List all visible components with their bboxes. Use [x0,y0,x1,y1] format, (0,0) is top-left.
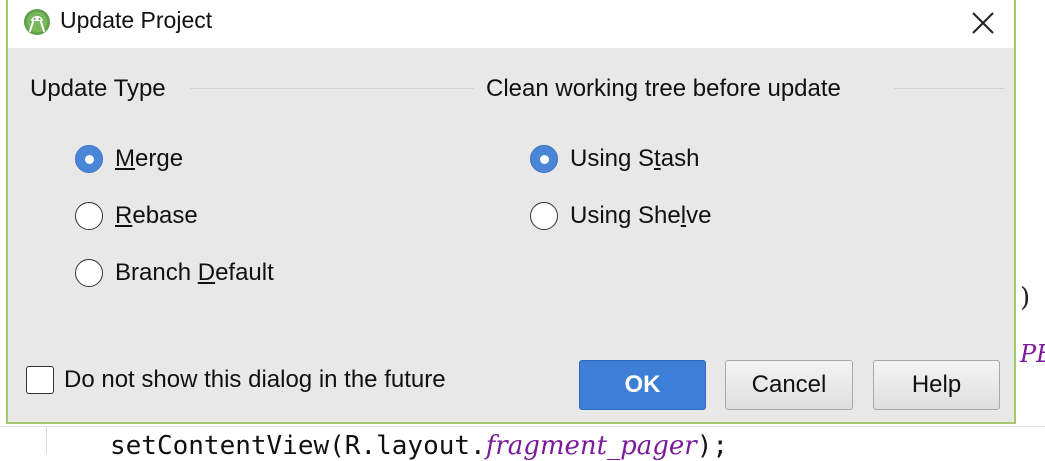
update-type-separator [190,88,474,89]
clean-tree-separator [894,88,1004,89]
radio-button-rebase[interactable] [75,202,103,230]
code-prefix: setContentView(R.layout. [110,431,486,461]
editor-gutter [46,427,47,454]
radio-label-using-shelve: Using Shelve [570,202,711,230]
update-project-dialog: Update Project Update Type Merge Rebase … [6,0,1016,424]
code-italic: fragment_pager [485,431,697,461]
mnemonic: M [115,145,135,172]
background-code-text: setContentView(R.layout.fragment_pager); [110,431,728,461]
label-before: Using S [570,145,655,172]
radio-merge[interactable]: Merge [75,143,183,175]
label-after: erge [135,145,184,172]
radio-label-rebase: Rebase [115,202,198,230]
radio-using-shelve[interactable]: Using Shelve [530,200,711,232]
radio-label-branch-default: Branch Default [115,259,274,287]
dialog-title: Update Project [60,7,213,33]
android-studio-icon [23,8,51,36]
label-before: Branch [115,259,198,286]
help-button[interactable]: Help [873,360,1000,410]
dont-show-again-checkbox[interactable] [26,366,54,394]
label-after: ash [660,145,700,172]
update-type-heading: Update Type [30,75,166,102]
dont-show-again-label: Do not show this dialog in the future [64,366,446,393]
close-icon[interactable] [966,6,1000,40]
cancel-button[interactable]: Cancel [725,360,853,410]
background-code-fragment: PE [1020,340,1045,368]
radio-button-branch-default[interactable] [75,259,103,287]
radio-button-using-stash[interactable] [530,145,558,173]
ok-button[interactable]: OK [579,360,706,410]
background-code-line: setContentView(R.layout.fragment_pager); [0,426,1045,461]
clean-tree-heading: Clean working tree before update [486,75,841,102]
dont-show-again-row[interactable]: Do not show this dialog in the future [26,366,446,394]
label-after: efault [215,259,274,286]
radio-using-stash[interactable]: Using Stash [530,143,699,175]
mnemonic: R [115,202,133,229]
radio-button-using-shelve[interactable] [530,202,558,230]
radio-branch-default[interactable]: Branch Default [75,257,274,289]
radio-button-merge[interactable] [75,145,103,173]
background-code-paren-text: ) [1020,283,1031,313]
radio-label-merge: Merge [115,145,183,173]
mnemonic: D [197,259,216,286]
background-code-paren: ) [1020,283,1030,313]
label-before: Using She [570,202,681,229]
radio-label-using-stash: Using Stash [570,145,699,173]
code-suffix: ); [696,431,729,461]
radio-rebase[interactable]: Rebase [75,200,198,232]
dialog-titlebar[interactable]: Update Project [8,0,1014,48]
label-after: ebase [132,202,198,229]
label-after: ve [686,202,712,229]
mnemonic: t [654,145,661,172]
